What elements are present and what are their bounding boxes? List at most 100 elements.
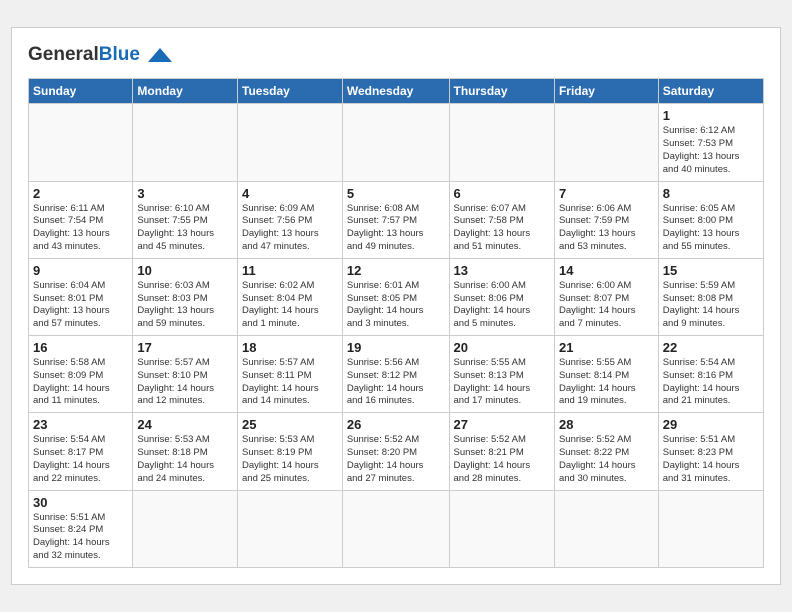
calendar-table: SundayMondayTuesdayWednesdayThursdayFrid… [28, 78, 764, 568]
day-number: 17 [137, 340, 233, 355]
day-header-friday: Friday [554, 79, 658, 104]
calendar-cell [658, 490, 763, 567]
calendar-cell: 7 Sunrise: 6:06 AM Sunset: 7:59 PM Daylig… [554, 181, 658, 258]
day-number: 18 [242, 340, 338, 355]
day-info: Sunrise: 5:55 AM Sunset: 8:14 PM Dayligh… [559, 357, 654, 408]
day-number: 6 [454, 186, 550, 201]
calendar-cell: 1Sunrise: 6:12 AM Sunset: 7:53 PM Daylig… [658, 104, 763, 181]
day-info: Sunrise: 6:06 AM Sunset: 7:59 PM Dayligh… [559, 203, 654, 254]
day-number: 28 [559, 417, 654, 432]
days-header-row: SundayMondayTuesdayWednesdayThursdayFrid… [29, 79, 764, 104]
day-info: Sunrise: 5:54 AM Sunset: 8:16 PM Dayligh… [663, 357, 759, 408]
calendar-cell: 19 Sunrise: 5:56 AM Sunset: 8:12 PM Dayli… [342, 336, 449, 413]
header: GeneralBlue [28, 44, 764, 66]
day-header-wednesday: Wednesday [342, 79, 449, 104]
calendar-cell: 18 Sunrise: 5:57 AM Sunset: 8:11 PM Dayli… [238, 336, 343, 413]
day-info: Sunrise: 6:02 AM Sunset: 8:04 PM Dayligh… [242, 280, 338, 331]
calendar-cell: 5 Sunrise: 6:08 AM Sunset: 7:57 PM Daylig… [342, 181, 449, 258]
day-info: Sunrise: 5:52 AM Sunset: 8:20 PM Dayligh… [347, 434, 445, 485]
week-row-5: 23 Sunrise: 5:54 AM Sunset: 8:17 PM Dayli… [29, 413, 764, 490]
day-info: Sunrise: 6:00 AM Sunset: 8:07 PM Dayligh… [559, 280, 654, 331]
calendar-cell: 14 Sunrise: 6:00 AM Sunset: 8:07 PM Dayli… [554, 258, 658, 335]
day-number: 23 [33, 417, 128, 432]
calendar-cell [238, 490, 343, 567]
day-header-thursday: Thursday [449, 79, 554, 104]
day-number: 10 [137, 263, 233, 278]
day-number: 19 [347, 340, 445, 355]
calendar-cell: 25 Sunrise: 5:53 AM Sunset: 8:19 PM Dayli… [238, 413, 343, 490]
calendar-cell: 26 Sunrise: 5:52 AM Sunset: 8:20 PM Dayli… [342, 413, 449, 490]
calendar-wrapper: GeneralBlue SundayMondayTuesdayWednesday… [11, 27, 781, 585]
calendar-cell [342, 104, 449, 181]
day-info: Sunrise: 6:11 AM Sunset: 7:54 PM Dayligh… [33, 203, 128, 254]
day-number: 11 [242, 263, 338, 278]
day-info: Sunrise: 5:51 AM Sunset: 8:23 PM Dayligh… [663, 434, 759, 485]
day-number: 13 [454, 263, 550, 278]
week-row-4: 16Sunrise: 5:58 AM Sunset: 8:09 PM Dayli… [29, 336, 764, 413]
day-info: Sunrise: 6:04 AM Sunset: 8:01 PM Dayligh… [33, 280, 128, 331]
day-info: Sunrise: 5:53 AM Sunset: 8:18 PM Dayligh… [137, 434, 233, 485]
day-number: 20 [454, 340, 550, 355]
calendar-cell [29, 104, 133, 181]
day-info: Sunrise: 5:54 AM Sunset: 8:17 PM Dayligh… [33, 434, 128, 485]
day-info: Sunrise: 5:57 AM Sunset: 8:10 PM Dayligh… [137, 357, 233, 408]
day-info: Sunrise: 6:08 AM Sunset: 7:57 PM Dayligh… [347, 203, 445, 254]
calendar-cell: 10 Sunrise: 6:03 AM Sunset: 8:03 PM Dayli… [133, 258, 238, 335]
calendar-cell: 9 Sunrise: 6:04 AM Sunset: 8:01 PM Daylig… [29, 258, 133, 335]
day-number: 4 [242, 186, 338, 201]
day-number: 25 [242, 417, 338, 432]
calendar-cell: 3 Sunrise: 6:10 AM Sunset: 7:55 PM Daylig… [133, 181, 238, 258]
day-header-monday: Monday [133, 79, 238, 104]
calendar-cell: 11 Sunrise: 6:02 AM Sunset: 8:04 PM Dayli… [238, 258, 343, 335]
day-info: Sunrise: 6:12 AM Sunset: 7:53 PM Dayligh… [663, 125, 759, 176]
calendar-cell [133, 490, 238, 567]
calendar-cell: 29 Sunrise: 5:51 AM Sunset: 8:23 PM Dayli… [658, 413, 763, 490]
calendar-cell: 23 Sunrise: 5:54 AM Sunset: 8:17 PM Dayli… [29, 413, 133, 490]
day-info: Sunrise: 5:53 AM Sunset: 8:19 PM Dayligh… [242, 434, 338, 485]
calendar-cell: 30Sunrise: 5:51 AM Sunset: 8:24 PM Dayli… [29, 490, 133, 567]
calendar-cell: 27 Sunrise: 5:52 AM Sunset: 8:21 PM Dayli… [449, 413, 554, 490]
day-info: Sunrise: 5:57 AM Sunset: 8:11 PM Dayligh… [242, 357, 338, 408]
calendar-cell: 8 Sunrise: 6:05 AM Sunset: 8:00 PM Daylig… [658, 181, 763, 258]
day-number: 22 [663, 340, 759, 355]
calendar-cell [449, 490, 554, 567]
day-number: 24 [137, 417, 233, 432]
calendar-cell: 20Sunrise: 5:55 AM Sunset: 8:13 PM Dayli… [449, 336, 554, 413]
calendar-cell: 28 Sunrise: 5:52 AM Sunset: 8:22 PM Dayli… [554, 413, 658, 490]
day-number: 29 [663, 417, 759, 432]
day-info: Sunrise: 6:10 AM Sunset: 7:55 PM Dayligh… [137, 203, 233, 254]
day-info: Sunrise: 5:56 AM Sunset: 8:12 PM Dayligh… [347, 357, 445, 408]
day-info: Sunrise: 6:00 AM Sunset: 8:06 PM Dayligh… [454, 280, 550, 331]
calendar-cell [133, 104, 238, 181]
day-number: 14 [559, 263, 654, 278]
calendar-cell: 2 Sunrise: 6:11 AM Sunset: 7:54 PM Daylig… [29, 181, 133, 258]
calendar-cell: 15 Sunrise: 5:59 AM Sunset: 8:08 PM Dayli… [658, 258, 763, 335]
calendar-cell [449, 104, 554, 181]
day-number: 27 [454, 417, 550, 432]
calendar-cell: 12Sunrise: 6:01 AM Sunset: 8:05 PM Dayli… [342, 258, 449, 335]
day-info: Sunrise: 6:05 AM Sunset: 8:00 PM Dayligh… [663, 203, 759, 254]
day-number: 9 [33, 263, 128, 278]
calendar-cell: 21 Sunrise: 5:55 AM Sunset: 8:14 PM Dayli… [554, 336, 658, 413]
day-info: Sunrise: 6:09 AM Sunset: 7:56 PM Dayligh… [242, 203, 338, 254]
day-info: Sunrise: 6:03 AM Sunset: 8:03 PM Dayligh… [137, 280, 233, 331]
day-number: 5 [347, 186, 445, 201]
calendar-cell: 13 Sunrise: 6:00 AM Sunset: 8:06 PM Dayli… [449, 258, 554, 335]
day-info: Sunrise: 5:52 AM Sunset: 8:22 PM Dayligh… [559, 434, 654, 485]
day-number: 8 [663, 186, 759, 201]
day-number: 16 [33, 340, 128, 355]
day-number: 26 [347, 417, 445, 432]
day-number: 2 [33, 186, 128, 201]
week-row-6: 30Sunrise: 5:51 AM Sunset: 8:24 PM Dayli… [29, 490, 764, 567]
day-number: 15 [663, 263, 759, 278]
day-info: Sunrise: 5:52 AM Sunset: 8:21 PM Dayligh… [454, 434, 550, 485]
day-info: Sunrise: 5:59 AM Sunset: 8:08 PM Dayligh… [663, 280, 759, 331]
calendar-cell: 4 Sunrise: 6:09 AM Sunset: 7:56 PM Daylig… [238, 181, 343, 258]
day-number: 7 [559, 186, 654, 201]
day-info: Sunrise: 6:01 AM Sunset: 8:05 PM Dayligh… [347, 280, 445, 331]
day-number: 21 [559, 340, 654, 355]
day-number: 3 [137, 186, 233, 201]
calendar-cell: 24 Sunrise: 5:53 AM Sunset: 8:18 PM Dayli… [133, 413, 238, 490]
calendar-cell [238, 104, 343, 181]
week-row-3: 9 Sunrise: 6:04 AM Sunset: 8:01 PM Daylig… [29, 258, 764, 335]
